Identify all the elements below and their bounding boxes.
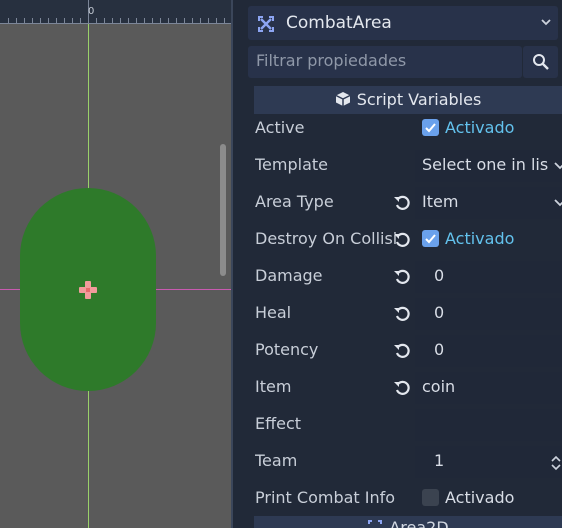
item-field[interactable]: coin <box>415 372 562 404</box>
horizontal-ruler: 0 <box>0 0 232 24</box>
destroy-on-collision-checkbox[interactable]: Activado <box>415 224 562 256</box>
property-label: Effect <box>255 414 302 433</box>
print-combat-info-checkbox[interactable]: Activado <box>415 483 562 515</box>
search-button[interactable] <box>523 46 558 78</box>
property-label: Template <box>255 155 329 174</box>
panel-splitter[interactable] <box>231 0 245 528</box>
effect-field[interactable] <box>415 409 562 441</box>
ruler-origin-label: 0 <box>88 6 95 17</box>
node-selector[interactable]: CombatArea <box>248 6 558 40</box>
property-team: Team 1 <box>245 444 562 481</box>
checkbox-checked-icon <box>422 119 439 136</box>
revert-icon[interactable] <box>393 305 411 323</box>
canvas-viewport[interactable]: 0 <box>0 0 232 528</box>
filter-properties-input[interactable]: Filtrar propiedades <box>248 46 522 78</box>
section-area2d-label: Area2D <box>389 518 449 528</box>
chevron-down-icon <box>554 199 562 207</box>
property-destroy-on-collision: Destroy On Collisi Activado <box>245 222 562 259</box>
chevron-down-icon <box>554 162 562 170</box>
team-spinbox[interactable]: 1 <box>415 446 562 478</box>
section-script-label: Script Variables <box>356 90 482 109</box>
property-potency: Potency 0 <box>245 333 562 370</box>
property-effect: Effect <box>245 407 562 444</box>
property-label: Active <box>255 118 305 137</box>
script-cube-icon <box>335 92 351 106</box>
revert-icon[interactable] <box>393 379 411 397</box>
viewport-vertical-scrollbar[interactable] <box>220 144 226 276</box>
chevron-down-icon[interactable] <box>540 16 552 28</box>
section-area2d[interactable]: Area2D <box>254 516 562 528</box>
area-type-select[interactable]: Item <box>415 187 562 219</box>
heal-field[interactable]: 0 <box>415 298 562 330</box>
checkbox-unchecked-icon <box>422 489 439 506</box>
damage-field[interactable]: 0 <box>415 261 562 293</box>
property-active: Active Activado <box>245 111 562 148</box>
potency-field[interactable]: 0 <box>415 335 562 367</box>
property-template: Template Select one in lis <box>245 148 562 185</box>
property-item: Item coin <box>245 370 562 407</box>
property-heal: Heal 0 <box>245 296 562 333</box>
search-icon <box>533 54 549 70</box>
area2d-node-icon <box>258 16 274 32</box>
checkbox-checked-icon <box>422 230 439 247</box>
area2d-icon <box>368 520 383 524</box>
template-select[interactable]: Select one in lis <box>415 150 562 182</box>
section-script-variables[interactable]: Script Variables <box>254 86 562 114</box>
revert-icon[interactable] <box>393 194 411 212</box>
property-area-type: Area Type Item <box>245 185 562 222</box>
property-label: Print Combat Info <box>255 488 396 507</box>
property-label: Team <box>255 451 298 470</box>
revert-icon[interactable] <box>393 342 411 360</box>
node-name: CombatArea <box>286 13 392 33</box>
revert-icon[interactable] <box>393 231 411 249</box>
active-checkbox[interactable]: Activado <box>415 113 562 145</box>
node-origin-icon[interactable] <box>79 281 97 299</box>
property-print-combat-info: Print Combat Info Activado <box>245 481 562 518</box>
property-damage: Damage 0 <box>245 259 562 296</box>
revert-icon[interactable] <box>393 268 411 286</box>
spinner-arrows-icon[interactable] <box>550 454 562 472</box>
inspector-panel: CombatArea Filtrar propiedades Script Va… <box>245 0 562 528</box>
